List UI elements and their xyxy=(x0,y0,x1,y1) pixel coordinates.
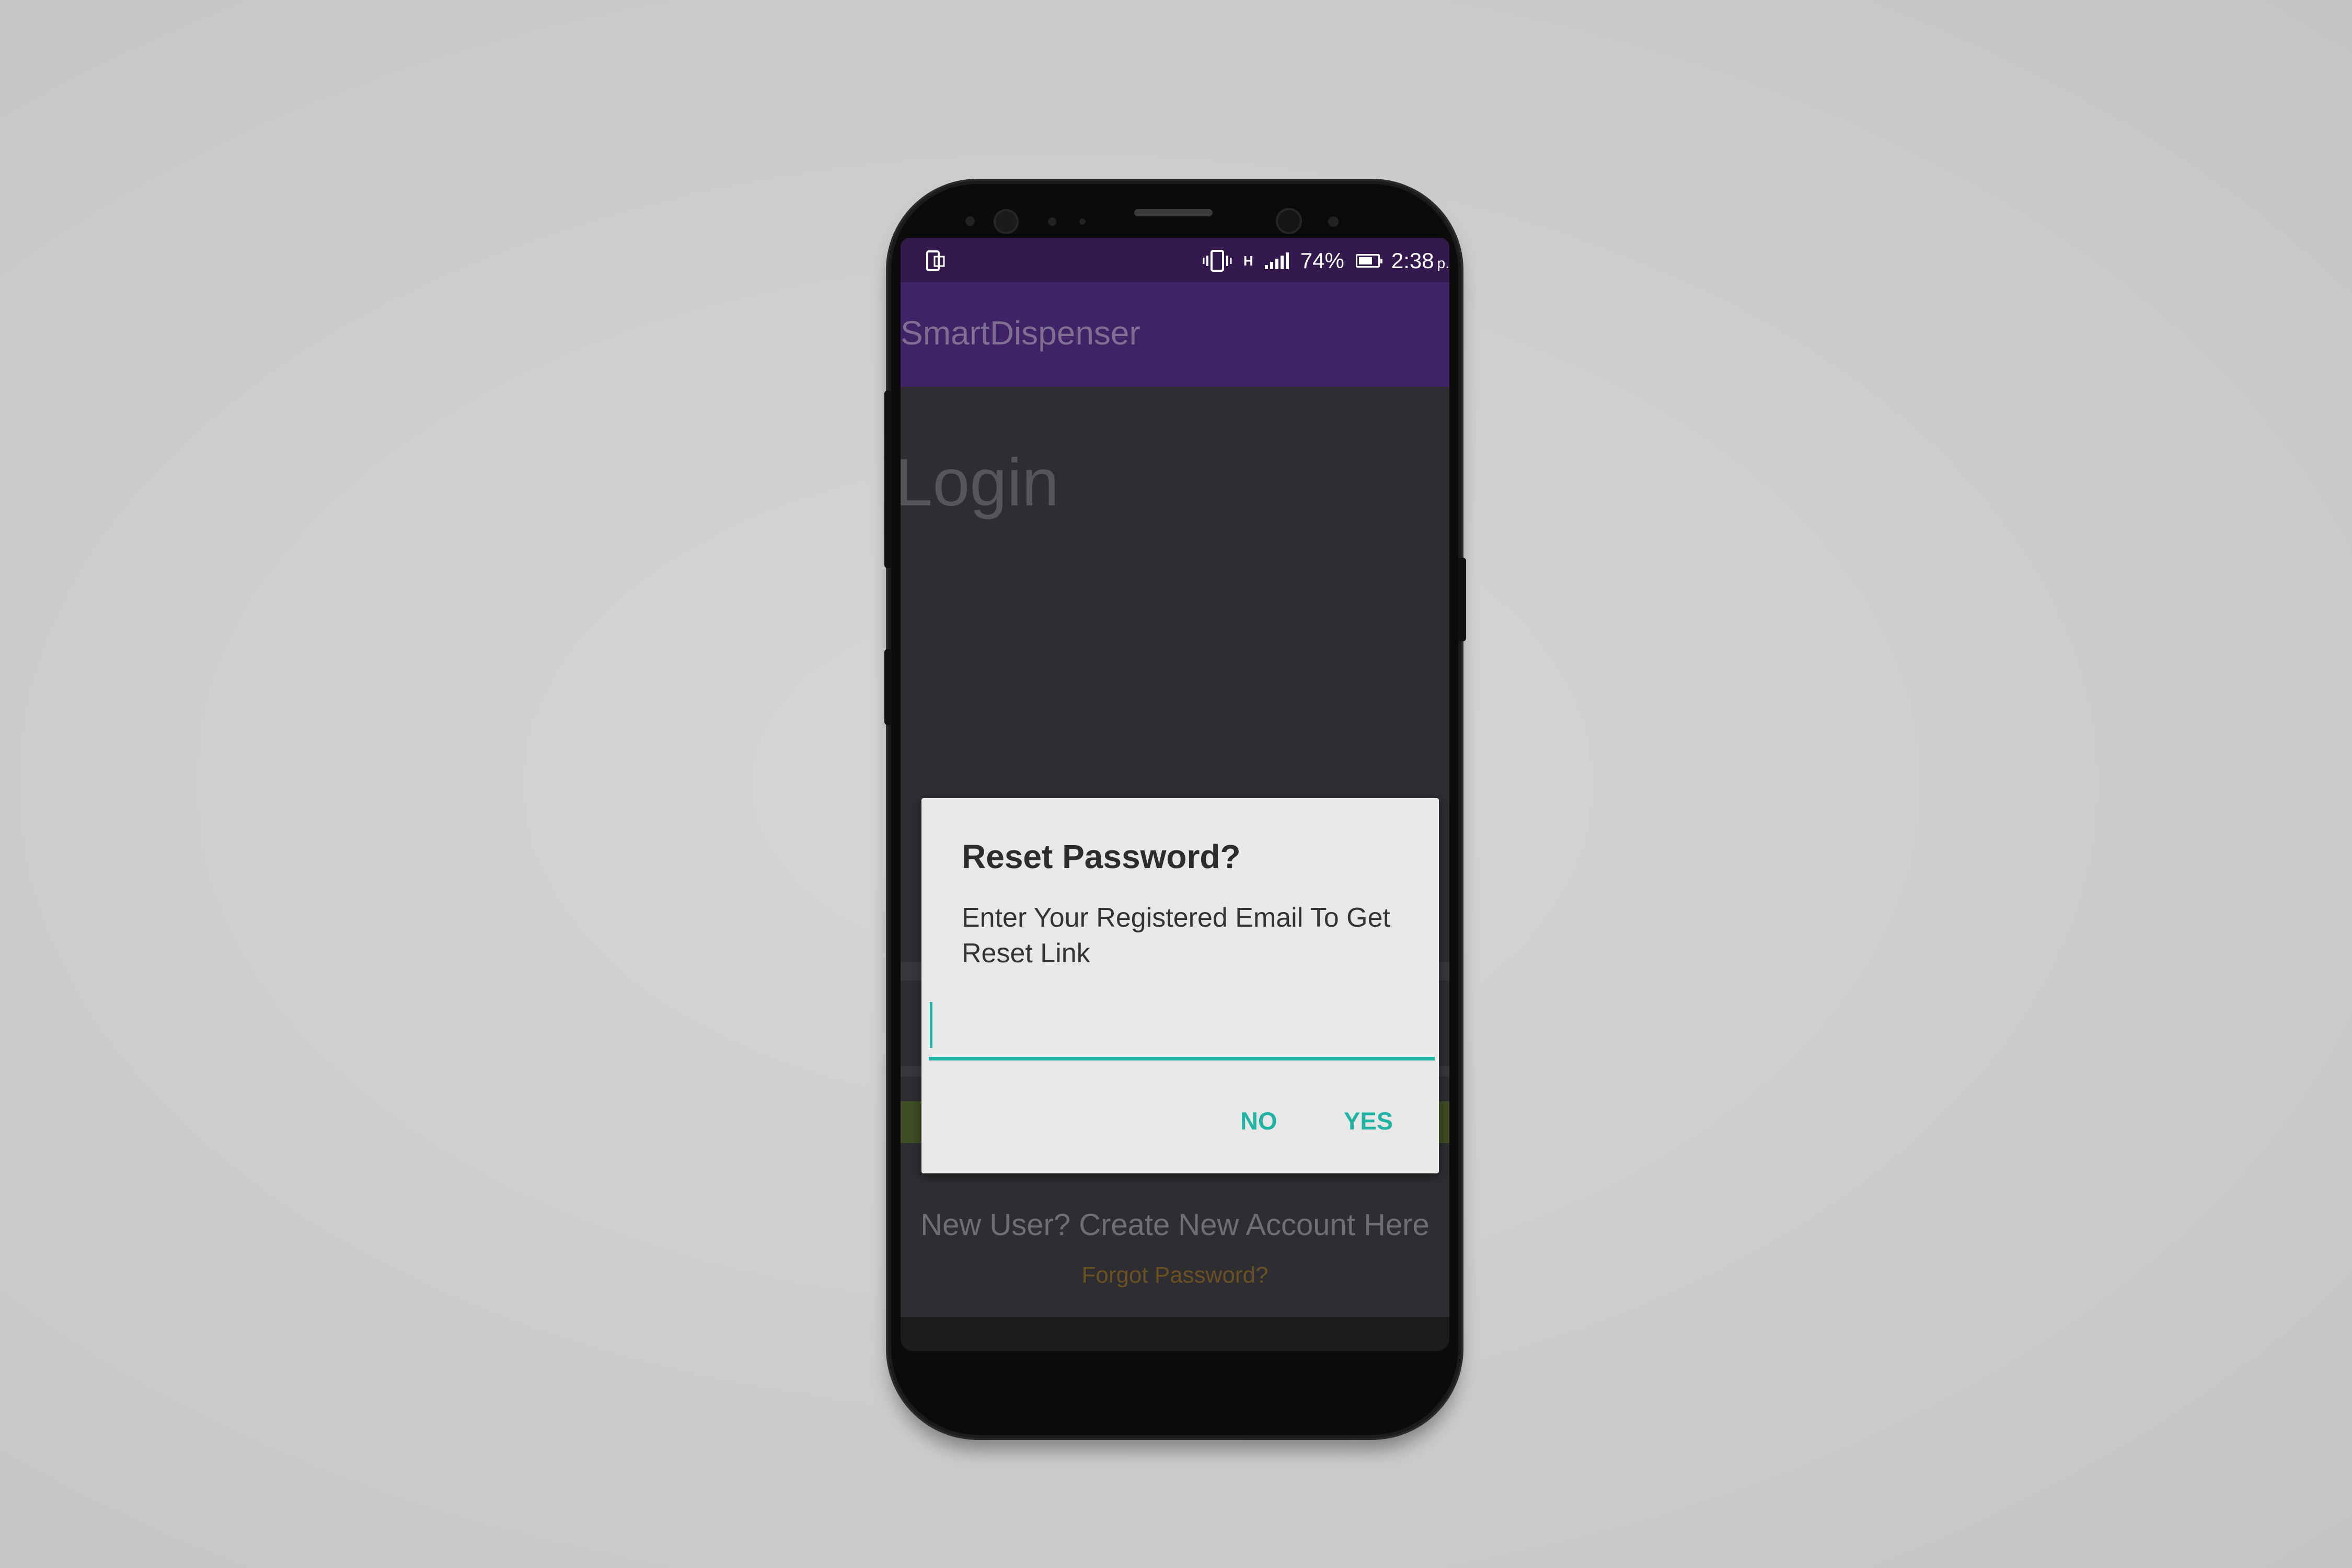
reset-password-dialog: Reset Password? Enter Your Registered Em… xyxy=(921,798,1439,1173)
power-button xyxy=(1458,558,1466,641)
volume-button xyxy=(884,390,892,568)
battery-percent: 74% xyxy=(1300,248,1344,273)
dialog-title: Reset Password? xyxy=(962,838,1241,875)
network-h-icon: H xyxy=(1243,253,1253,269)
phone-screen: H 74% 2:38p. SmartDispenser Login New U xyxy=(901,238,1449,1351)
clock: 2:38 p. xyxy=(1391,248,1449,273)
app-bar: SmartDispenser xyxy=(901,282,1449,387)
dialog-message: Enter Your Registered Email To Get Reset… xyxy=(962,903,1390,969)
back-button[interactable] xyxy=(998,1348,1040,1351)
new-user-link[interactable]: New User? Create New Account Here xyxy=(901,1207,1449,1242)
clock-time: 2:38 xyxy=(1391,248,1434,273)
yes-button[interactable]: YES xyxy=(1344,1106,1393,1135)
app-title: SmartDispenser xyxy=(901,314,1140,352)
light-sensor xyxy=(1079,218,1086,225)
iris-scanner xyxy=(996,211,1017,232)
phone-top-sensors xyxy=(891,184,1458,236)
login-heading: Login xyxy=(901,445,1059,520)
text-cursor xyxy=(930,1002,932,1048)
recent-apps-button[interactable] xyxy=(1316,1348,1358,1351)
front-camera xyxy=(1278,210,1300,232)
status-bar: H 74% 2:38 p. xyxy=(901,238,1449,282)
battery-fill xyxy=(1358,257,1373,264)
bixby-button xyxy=(884,649,892,725)
clock-suffix: p. xyxy=(1437,255,1449,271)
screen-rotate-icon xyxy=(924,249,946,272)
forgot-password-link[interactable]: Forgot Password? xyxy=(901,1262,1449,1288)
proximity-sensor xyxy=(1048,217,1056,226)
phone-frame: H 74% 2:38p. SmartDispenser Login New U xyxy=(884,184,1466,1435)
earpiece-speaker xyxy=(1134,209,1213,216)
network-type-label: H xyxy=(1243,253,1253,269)
battery-icon xyxy=(1355,254,1382,268)
sensor-dot xyxy=(965,216,975,226)
navigation-bar xyxy=(901,1317,1449,1351)
no-button[interactable]: NO xyxy=(1240,1106,1277,1135)
home-button[interactable] xyxy=(1157,1348,1198,1351)
signal-icon xyxy=(1264,252,1289,269)
iris-led xyxy=(1328,216,1339,227)
vibrate-icon xyxy=(1203,249,1232,272)
email-input[interactable] xyxy=(929,999,1435,1060)
